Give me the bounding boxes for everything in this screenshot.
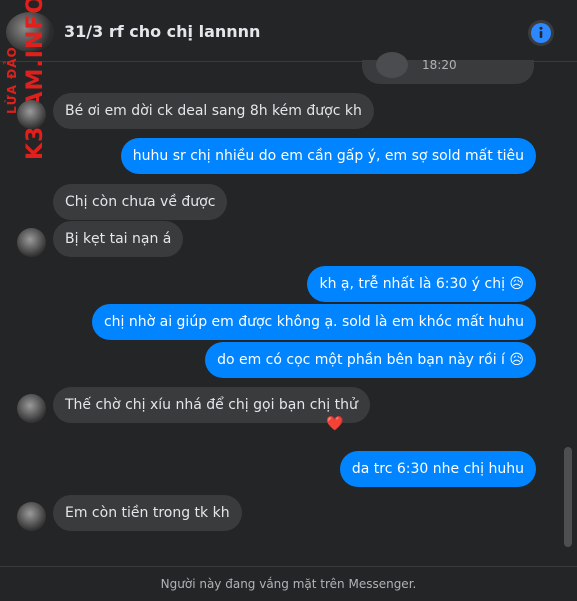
previous-message-thumbnail (376, 52, 408, 78)
message-incoming[interactable]: Em còn tiền trong tk kh (53, 495, 242, 531)
chat-header: 31/3 rf cho chị lannnn (0, 0, 577, 62)
scrollbar[interactable] (564, 447, 572, 547)
contact-avatar[interactable] (6, 12, 54, 52)
message-incoming[interactable]: Bé ơi em dời ck deal sang 8h kém được kh (53, 93, 374, 129)
message-incoming[interactable]: Thế chờ chị xíu nhá để chị gọi bạn chị t… (53, 387, 370, 423)
chat-title[interactable]: 31/3 rf cho chị lannnn (64, 22, 260, 41)
message-outgoing[interactable]: huhu sr chị nhiều do em cần gấp ý, em sợ… (120, 138, 536, 174)
message-incoming[interactable]: Chị còn chưa về được (53, 184, 228, 220)
sender-avatar[interactable] (17, 228, 46, 257)
message-incoming[interactable]: Bị kẹt tai nạn á (53, 221, 184, 257)
message-outgoing[interactable]: kh ạ, trễ nhất là 6:30 ý chị 😥 (307, 266, 536, 302)
presence-status: Người này đang vắng mặt trên Messenger. (0, 566, 577, 599)
info-circle-icon (531, 23, 551, 43)
previous-message-time: 18:20 (422, 58, 457, 72)
sender-avatar[interactable] (17, 394, 46, 423)
sender-avatar[interactable] (17, 502, 46, 531)
info-button[interactable] (528, 20, 554, 46)
previous-message-bubble: 18:20 (362, 52, 534, 84)
sender-avatar[interactable] (17, 100, 46, 129)
message-outgoing[interactable]: da trc 6:30 nhe chị huhu (339, 451, 536, 487)
heart-reaction-icon[interactable]: ❤️ (326, 416, 343, 432)
message-outgoing[interactable]: do em có cọc một phần bên bạn này rồi í … (205, 342, 536, 378)
message-outgoing[interactable]: chị nhờ ai giúp em được không ạ. sold là… (91, 304, 536, 340)
